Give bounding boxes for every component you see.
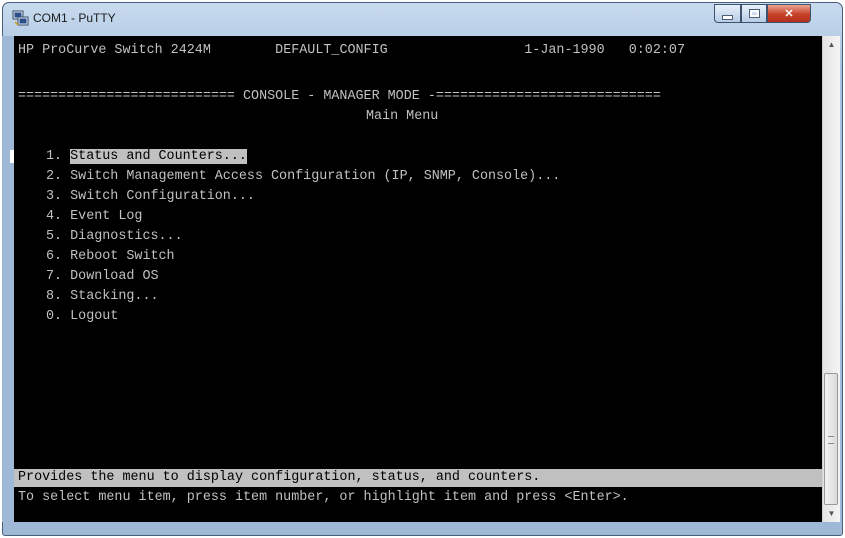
console-banner: =========================== CONSOLE - MA… [18, 89, 661, 104]
menu-item-number: 7. [46, 269, 63, 284]
device-name: HP ProCurve Switch 2424M [18, 43, 211, 58]
menu-item[interactable]: 3. Switch Configuration... [46, 187, 255, 207]
menu-item[interactable]: 8. Stacking... [46, 287, 159, 307]
menu-item-number: 1. [46, 149, 63, 164]
menu-item-label: Download OS [70, 269, 159, 284]
minimize-button[interactable] [714, 4, 741, 23]
menu-item-number: 3. [46, 189, 63, 204]
menu-item-label: Event Log [70, 209, 143, 224]
help-text-bar: Provides the menu to display configurati… [14, 469, 822, 487]
menu-title: Main Menu [366, 109, 439, 124]
header-time: 0:02:07 [628, 43, 685, 58]
menu-item-label: Logout [70, 309, 119, 324]
scroll-up-arrow-icon[interactable]: ▲ [823, 36, 840, 53]
menu-item[interactable]: 5. Diagnostics... [46, 227, 183, 247]
terminal-screen[interactable]: HP ProCurve Switch 2424M DEFAULT_CONFIG … [14, 36, 822, 522]
menu-item-label: Reboot Switch [70, 249, 175, 264]
menu-item-number: 6. [46, 249, 63, 264]
grip-icon [828, 436, 834, 444]
instruction-text: To select menu item, press item number, … [18, 490, 629, 505]
menu-item-number: 2. [46, 169, 63, 184]
window-frame-left [2, 36, 14, 522]
menu-item-number: 8. [46, 289, 63, 304]
menu-item[interactable]: 1. Status and Counters... [46, 147, 247, 167]
maximize-button[interactable] [741, 4, 767, 23]
menu-item-label: Stacking... [70, 289, 159, 304]
scroll-down-arrow-icon[interactable]: ▼ [823, 505, 840, 522]
vertical-scrollbar[interactable]: ▲ ▼ [822, 36, 840, 522]
window-title: COM1 - PuTTY [33, 11, 116, 25]
close-icon: ✕ [784, 8, 794, 20]
menu-item[interactable]: 6. Reboot Switch [46, 247, 175, 267]
menu-item-label: Status and Counters... [70, 149, 247, 164]
scroll-thumb[interactable] [824, 373, 838, 505]
menu-item-label: Switch Management Access Configuration (… [70, 169, 561, 184]
maximize-icon [742, 5, 766, 22]
header-line: HP ProCurve Switch 2424M DEFAULT_CONFIG … [18, 41, 685, 61]
config-name: DEFAULT_CONFIG [275, 43, 388, 58]
menu-item-label: Diagnostics... [70, 229, 183, 244]
menu-item-number: 4. [46, 209, 63, 224]
menu-item[interactable]: 2. Switch Management Access Configuratio… [46, 167, 560, 187]
close-button[interactable]: ✕ [767, 4, 811, 23]
menu-item-label: Switch Configuration... [70, 189, 255, 204]
menu-item[interactable]: 0. Logout [46, 307, 118, 327]
minimize-icon [715, 5, 740, 22]
menu-item[interactable]: 4. Event Log [46, 207, 142, 227]
menu-item[interactable]: 7. Download OS [46, 267, 159, 287]
header-date: 1-Jan-1990 [524, 43, 605, 58]
title-bar[interactable]: COM1 - PuTTY ✕ [3, 3, 842, 33]
menu-item-number: 5. [46, 229, 63, 244]
menu-item-number: 0. [46, 309, 63, 324]
putty-icon [12, 10, 29, 26]
